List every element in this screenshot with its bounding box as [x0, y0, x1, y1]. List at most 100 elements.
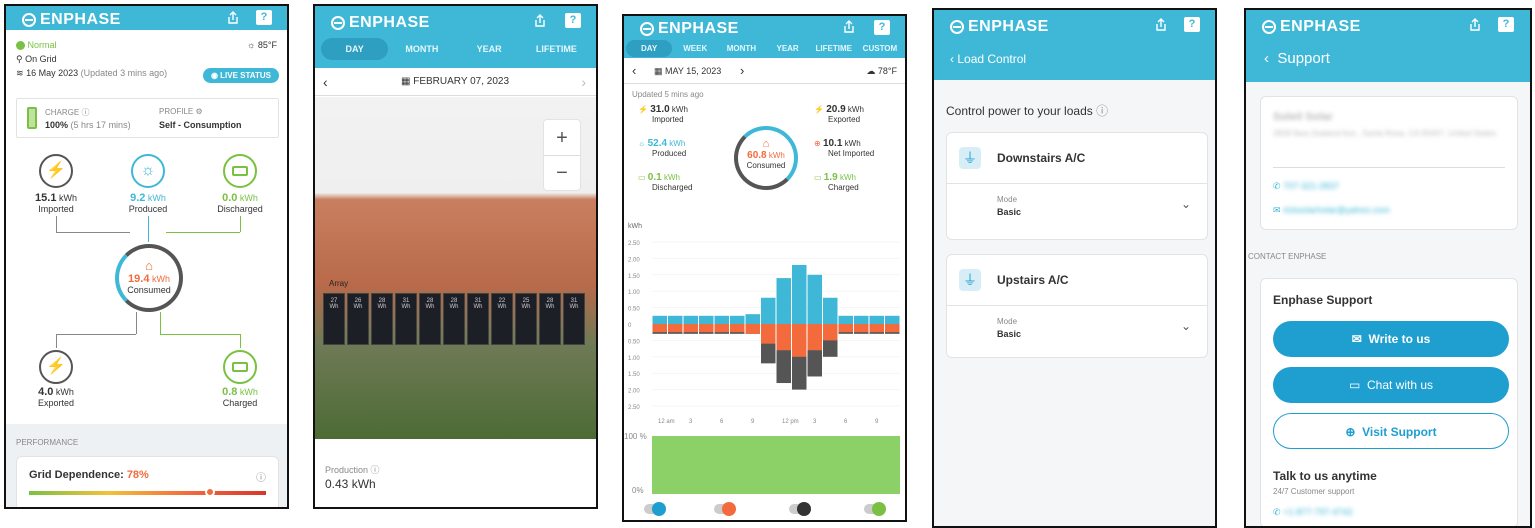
share-icon[interactable] — [533, 14, 547, 28]
solar-panel[interactable]: 27 Wh — [323, 293, 345, 345]
installer-email: ricksolarholar@yahoo.com — [1283, 205, 1390, 215]
chart-bar — [668, 324, 683, 333]
charge-label: CHARGE — [45, 108, 80, 117]
battery-card: CHARGE ⓘ 100% (5 hrs 17 mins) PROFILE ⚙ … — [16, 98, 279, 138]
system-status: Normal — [27, 40, 57, 50]
next-arrow-icon[interactable]: › — [581, 74, 586, 90]
support-phone-row[interactable]: ✆ +1-877-797-4743 — [1273, 507, 1352, 518]
write-to-us-button[interactable]: ✉ Write to us — [1273, 321, 1509, 357]
chevron-down-icon[interactable]: ⌄ — [1181, 319, 1191, 333]
solar-panel[interactable]: 28 Wh — [371, 293, 393, 345]
help-icon[interactable]: ? — [874, 20, 890, 35]
solar-panel[interactable]: 28 Wh — [443, 293, 465, 345]
panel-unit: Wh — [425, 304, 435, 310]
flow-line — [148, 216, 149, 242]
percent-top: 100 % — [624, 432, 647, 441]
imported-label: Imported — [38, 204, 74, 214]
mode-value[interactable]: Basic — [997, 207, 1021, 217]
help-icon[interactable]: ? — [1498, 17, 1514, 32]
toggle-produced[interactable] — [644, 502, 666, 516]
zoom-out-button[interactable]: − — [544, 156, 580, 190]
tab-custom[interactable]: CUSTOM — [857, 40, 903, 57]
solar-panel[interactable]: 31 Wh — [467, 293, 489, 345]
next-arrow-icon[interactable]: › — [740, 63, 744, 78]
write-label: Write to us — [1368, 332, 1431, 346]
date: 16 May 2023 — [26, 68, 79, 78]
mail-icon: ✉ — [1273, 205, 1281, 215]
prev-arrow-icon[interactable]: ‹ — [323, 74, 328, 90]
support-phone: +1-877-797-4743 — [1283, 507, 1353, 517]
visit-support-button[interactable]: ⊕ Visit Support — [1273, 413, 1509, 449]
help-icon[interactable]: ? — [1184, 17, 1200, 32]
date-label[interactable]: ▦ MAY 15, 2023 — [654, 66, 721, 77]
chart-bar — [869, 315, 884, 324]
chart-bar — [838, 315, 853, 324]
satellite-map[interactable]: + − Array 27 Wh 26 Wh 28 Wh 31 Wh 28 Wh 28 Wh 31 Wh 22… — [315, 97, 596, 439]
date-label[interactable]: ▦ FEBRUARY 07, 2023 — [401, 76, 509, 87]
cloud-icon: ☁ — [866, 66, 876, 76]
solar-panel[interactable]: 22 Wh — [491, 293, 513, 345]
installer-phone-row[interactable]: ✆ 707-321-2837 — [1273, 181, 1339, 192]
info-icon[interactable]: ⓘ — [256, 469, 266, 484]
tab-month[interactable]: MONTH — [718, 40, 764, 57]
grid-dependence-card[interactable]: Grid Dependence: 78% ⓘ — [16, 456, 279, 507]
share-icon[interactable] — [226, 11, 240, 25]
zoom-in-button[interactable]: + — [544, 120, 580, 156]
charged-stat: ▭ 1.9 kWh Charged — [814, 172, 859, 192]
chart-bar — [699, 315, 714, 324]
y-tick-label: 0.50 — [628, 307, 640, 313]
prev-arrow-icon[interactable]: ‹ — [632, 63, 636, 78]
phone-icon: ✆ — [1273, 181, 1281, 191]
panel-unit: Wh — [401, 304, 411, 310]
toggle-knob — [797, 502, 811, 516]
sun-icon: ☼ — [638, 139, 646, 148]
toggle-battery[interactable] — [864, 502, 886, 516]
installer-email-row[interactable]: ✉ ricksolarholar@yahoo.com — [1273, 205, 1390, 216]
live-status-button[interactable]: ◉ LIVE STATUS — [202, 68, 279, 83]
solar-panel[interactable]: 28 Wh — [419, 293, 441, 345]
info-icon[interactable]: ⓘ — [1096, 104, 1108, 118]
help-icon[interactable]: ? — [565, 13, 581, 28]
chart-bar — [807, 274, 822, 324]
toggle-consumed[interactable] — [714, 502, 736, 516]
help-icon[interactable]: ? — [256, 10, 272, 25]
tab-year[interactable]: YEAR — [456, 38, 523, 60]
gear-icon[interactable]: ⚙ — [195, 107, 202, 116]
page-title: Support — [1277, 50, 1330, 67]
unit: kWh — [55, 387, 74, 397]
tab-week[interactable]: WEEK — [672, 40, 718, 57]
unit: kWh — [147, 193, 166, 203]
flow-line — [160, 334, 240, 335]
chart-bar — [745, 324, 760, 334]
temperature: 78°F — [877, 66, 897, 76]
charged-label: Charged — [222, 398, 258, 408]
solar-panel[interactable]: 28 Wh — [539, 293, 561, 345]
toggle-grid[interactable] — [789, 502, 811, 516]
solar-panel[interactable]: 31 Wh — [563, 293, 585, 345]
info-icon[interactable]: ⓘ — [371, 465, 380, 475]
solar-panel[interactable]: 25 Wh — [515, 293, 537, 345]
production-label: Production — [325, 465, 369, 475]
solar-panel[interactable]: 26 Wh — [347, 293, 369, 345]
back-button[interactable]: ‹ Load Control — [950, 52, 1026, 66]
charged-stat: 0.8 kWh Charged — [210, 386, 270, 408]
tab-lifetime[interactable]: LIFETIME — [811, 40, 857, 57]
share-icon[interactable] — [842, 20, 856, 34]
info-icon[interactable]: ⓘ — [81, 108, 89, 117]
zoom-control: + − — [543, 119, 581, 191]
unit: kWh — [669, 139, 686, 148]
solar-panel[interactable]: 31 Wh — [395, 293, 417, 345]
share-icon[interactable] — [1468, 18, 1482, 32]
panel-unit: Wh — [521, 304, 531, 310]
back-button[interactable]: ‹ Support — [1264, 50, 1330, 67]
tab-year[interactable]: YEAR — [765, 40, 811, 57]
mode-value[interactable]: Basic — [997, 329, 1021, 339]
tab-lifetime[interactable]: LIFETIME — [523, 38, 590, 60]
share-icon[interactable] — [1154, 18, 1168, 32]
tab-day[interactable]: DAY — [321, 38, 389, 60]
chevron-down-icon[interactable]: ⌄ — [1181, 197, 1191, 211]
energy-chart[interactable]: kWh 2.50 2.00 1.50 1.00 0.50 0 0.50 1.00 1.50 2.00… — [624, 216, 905, 428]
tab-day[interactable]: DAY — [626, 40, 673, 57]
tab-month[interactable]: MONTH — [388, 38, 455, 60]
chat-with-us-button[interactable]: ▭ Chat with us — [1273, 367, 1509, 403]
